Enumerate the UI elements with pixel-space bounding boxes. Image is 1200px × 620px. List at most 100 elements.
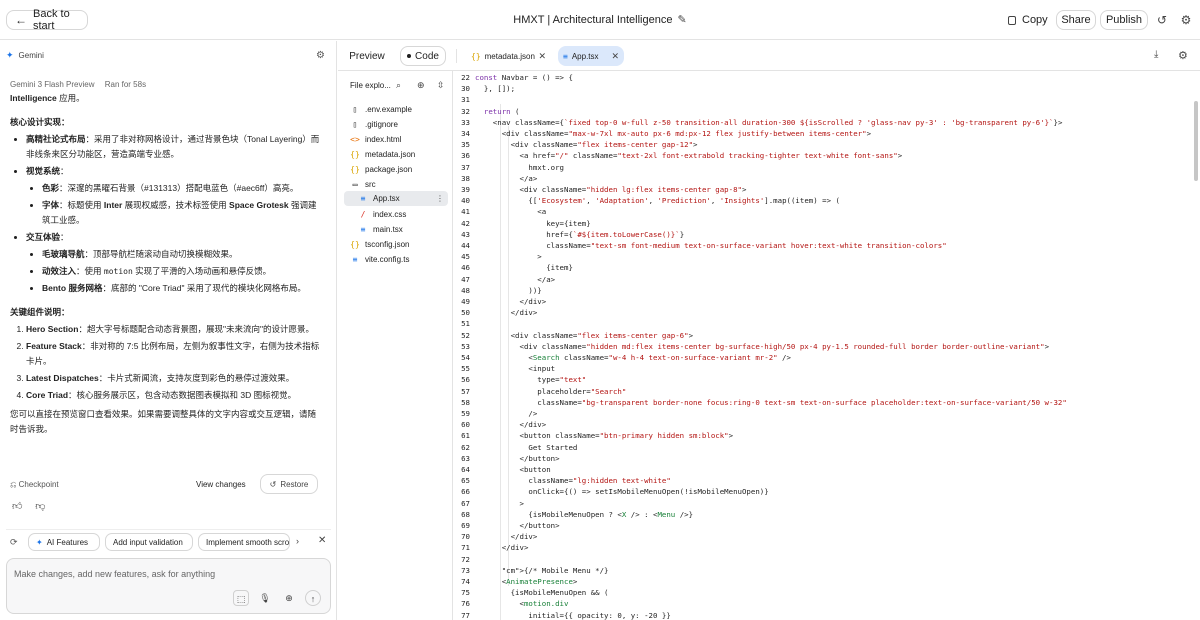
code-text: </button> (475, 521, 560, 530)
section-components-title: 关键组件说明： (10, 307, 70, 317)
code-line: 45 > (454, 251, 1194, 262)
tree-folder-src[interactable]: ▭ src (350, 177, 376, 191)
code-text: <Search className="w-4 h-4 text-on-surfa… (475, 353, 791, 362)
file-icon: ▯ (352, 104, 358, 114)
code-line: 41 <a (454, 206, 1194, 217)
tree-file-tsconfig-json[interactable]: {} tsconfig.json (350, 237, 409, 251)
code-text: <input (475, 364, 556, 374)
code-line: 50 </div> (454, 307, 1194, 318)
model-name: Gemini 3 Flash Preview (10, 80, 95, 89)
chevron-right-icon[interactable]: › (296, 536, 299, 546)
restore-button[interactable]: ↺ Restore (260, 474, 318, 494)
core-design-list: 高精社论式布局：采用了非对称网格设计，通过背景色块（Tonal Layering… (26, 132, 322, 296)
add-attachment-icon[interactable]: ⊕ (281, 590, 297, 606)
line-number: 43 (461, 229, 470, 239)
prompt-input[interactable]: Make changes, add new features, ask for … (6, 558, 331, 614)
code-line: 62 Get Started (454, 442, 1194, 453)
top-bar: ← Back to start HMXT | Architectural Int… (0, 0, 1200, 40)
thumbs-up-icon[interactable]: 👍︎ (12, 501, 22, 512)
code-line: 43 href={`#${item.toLowerCase()}`} (454, 229, 1194, 240)
line-number: 58 (461, 397, 470, 407)
share-button[interactable]: Share (1056, 10, 1096, 30)
line-number: 44 (461, 241, 470, 250)
code-text: > (475, 252, 542, 262)
code-line: 36 <a href="/" className="text-2xl font-… (454, 150, 1194, 161)
history-icon[interactable]: ↺ (1154, 12, 1170, 28)
tree-file-index-html[interactable]: <> index.html (350, 132, 401, 146)
more-options-icon[interactable]: ⋮ (436, 194, 444, 203)
search-icon[interactable]: ⌕ (396, 80, 401, 91)
copy-label: Copy (1022, 14, 1048, 26)
code-line: 74 <AnimatePresence> (454, 576, 1194, 587)
checkpoint-row: ⎌ Checkpoint View changes ↺ Restore (10, 474, 328, 496)
code-toggle[interactable]: Code (400, 46, 446, 66)
refresh-suggestions-icon[interactable]: ⟳ (10, 537, 18, 548)
sparkle-icon: ✦ (36, 537, 43, 547)
collapse-icon[interactable]: ⇳ (437, 80, 445, 91)
code-text: className="lg:hidden text-white" (475, 476, 671, 486)
suggestion-chip-input-validation[interactable]: Add input validation (105, 533, 193, 551)
code-text: className="bg-transparent border-none fo… (475, 397, 1067, 407)
code-editor[interactable]: 22 const Navbar = () => {30 }, []); 31 32 r… (454, 71, 1200, 620)
code-line: 44 className="text-sm font-medium text-o… (454, 240, 1194, 251)
chat-settings-icon[interactable]: ⚙ (316, 50, 325, 61)
line-number: 42 (461, 218, 470, 228)
list-item: 高精社论式布局：采用了非对称网格设计，通过背景色块（Tonal Layering… (26, 132, 322, 162)
tab-metadata-json[interactable]: {} metadata.json ✕ (466, 46, 551, 66)
line-number: 38 (461, 173, 470, 183)
line-number: 48 (461, 285, 470, 295)
tree-file-vite-config-ts[interactable]: ≡ vite.config.ts (350, 252, 410, 266)
publish-button[interactable]: Publish (1100, 10, 1148, 30)
edit-pencil-icon[interactable]: ✎ (677, 13, 686, 26)
chat-header-title: Gemini (18, 51, 44, 60)
add-file-icon[interactable]: ⊕ (417, 80, 425, 91)
code-line: 31 (454, 94, 1194, 105)
screenshot-select-icon[interactable]: ⬚ (233, 590, 249, 606)
close-tab-icon[interactable]: ✕ (538, 51, 546, 62)
line-number: 37 (461, 162, 470, 172)
send-arrow-icon[interactable]: ↑ (305, 590, 321, 606)
microphone-icon[interactable]: 🎙︎ (257, 590, 273, 606)
line-number: 49 (461, 297, 470, 306)
copy-button[interactable]: Copy (1008, 10, 1048, 30)
tab-app-tsx[interactable]: ≡ App.tsx ✕ (558, 46, 624, 66)
tree-file-index-css[interactable]: / index.css (358, 207, 407, 221)
tree-file-app-tsx[interactable]: ≡ App.tsx ⋮ (344, 191, 448, 206)
suggestion-chip-ai-features[interactable]: ✦ AI Features (28, 533, 100, 551)
list-item: 视觉系统： 色彩：深邃的黑曜石背景（#131313）搭配电蓝色（#aec6ff）… (26, 164, 322, 228)
settings-gear-icon[interactable]: ⚙ (1178, 12, 1194, 28)
download-icon[interactable]: ⤓ (1154, 49, 1158, 60)
editor-settings-icon[interactable]: ⚙ (1178, 49, 1188, 62)
code-line: 77 initial={{ opacity: 0, y: -20 }} (454, 610, 1194, 620)
code-line: 71 </div> (454, 542, 1194, 553)
view-changes-button[interactable]: View changes (196, 480, 246, 489)
line-number: 59 (461, 409, 470, 418)
code-text: </a> (475, 274, 556, 284)
code-line: 47 </a> (454, 274, 1194, 285)
line-number: 64 (461, 465, 470, 474)
active-dot-icon (407, 54, 412, 58)
preview-toggle[interactable]: Preview (344, 46, 390, 66)
code-line: 73 "cm">{/* Mobile Menu */} (454, 565, 1194, 576)
thumbs-down-icon[interactable]: 👎︎ (35, 501, 45, 512)
code-text: <div className="hidden lg:flex items-cen… (475, 185, 747, 194)
code-line: 49 </div> (454, 296, 1194, 307)
code-text: ))} (475, 285, 542, 295)
tree-file-gitignore[interactable]: ▯ .gitignore (350, 117, 398, 131)
line-number: 22 (461, 73, 470, 82)
tree-file-env-example[interactable]: ▯ .env.example (350, 102, 412, 116)
line-number: 69 (461, 521, 470, 530)
code-line: 65 className="lg:hidden text-white" (454, 475, 1194, 486)
tree-file-package-json[interactable]: {} package.json (350, 162, 412, 176)
suggestion-chip-smooth-scroll[interactable]: Implement smooth scro (198, 533, 290, 551)
code-line: 63 </button> (454, 453, 1194, 464)
line-number: 31 (461, 95, 470, 105)
code-line: 70 </div> (454, 531, 1194, 542)
close-tab-icon[interactable]: ✕ (611, 51, 619, 62)
tree-file-metadata-json[interactable]: {} metadata.json (350, 147, 415, 161)
close-icon[interactable]: ✕ (318, 535, 326, 546)
line-number: 41 (461, 207, 470, 217)
tree-file-main-tsx[interactable]: ≡ main.tsx (358, 222, 403, 236)
code-scrollbar[interactable] (1194, 101, 1198, 181)
line-number: 46 (461, 263, 470, 273)
